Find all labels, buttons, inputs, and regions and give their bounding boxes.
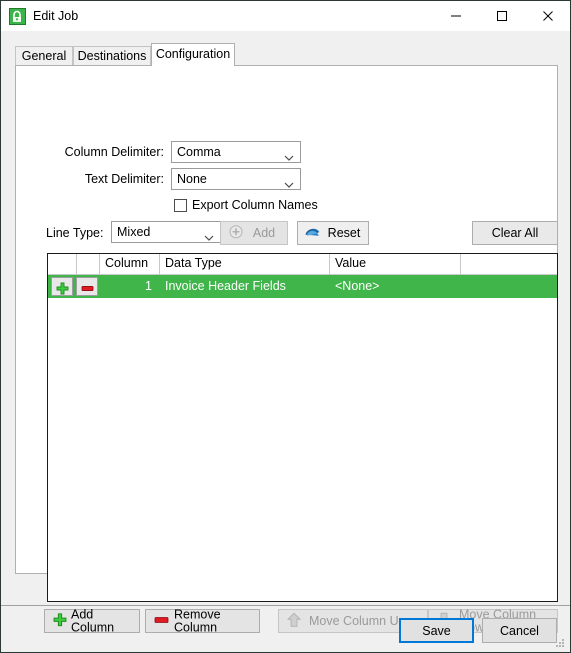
add-button[interactable]: Add — [220, 221, 288, 245]
columns-grid[interactable]: Column Data Type Value 1 Invoice Header … — [47, 253, 558, 602]
green-plus-icon — [53, 613, 67, 630]
line-type-label: Line Type: — [46, 226, 104, 240]
row-add-button[interactable] — [51, 277, 73, 296]
add-button-label: Add — [252, 225, 276, 240]
maximize-icon[interactable] — [479, 1, 525, 31]
grid-header-value[interactable]: Value — [330, 254, 461, 274]
cell-column: 1 — [145, 279, 152, 293]
chevron-down-icon — [204, 228, 214, 241]
clear-all-button[interactable]: Clear All — [472, 221, 558, 245]
chevron-down-icon — [284, 148, 294, 161]
tab-general[interactable]: General — [15, 46, 73, 65]
column-delimiter-value: Comma — [177, 145, 221, 159]
plus-circle-icon — [229, 225, 243, 242]
cancel-button[interactable]: Cancel — [482, 618, 557, 643]
text-delimiter-select[interactable]: None — [171, 168, 301, 190]
add-column-button[interactable]: Add Column — [44, 607, 140, 634]
column-delimiter-select[interactable]: Comma — [171, 141, 301, 163]
grid-header-remove[interactable] — [77, 254, 100, 274]
remove-column-button-label: Remove Column — [174, 607, 221, 634]
cell-data-type: Invoice Header Fields — [165, 279, 286, 293]
red-minus-icon — [81, 285, 93, 291]
cancel-button-label: Cancel — [500, 623, 539, 638]
edit-job-dialog: Edit Job General Destinations Configurat… — [0, 0, 571, 653]
column-delimiter-label: Column Delimiter: — [64, 145, 164, 159]
reset-button[interactable]: Reset — [297, 221, 369, 245]
table-row[interactable]: 1 Invoice Header Fields <None> — [48, 275, 557, 298]
cell-value: <None> — [335, 279, 380, 293]
clear-all-button-label: Clear All — [491, 225, 539, 240]
line-type-value: Mixed — [117, 225, 151, 239]
text-delimiter-value: None — [177, 172, 207, 186]
grid-header-column[interactable]: Column — [100, 254, 160, 274]
footer-separator — [1, 605, 570, 606]
reset-button-label: Reset — [327, 225, 361, 240]
app-window-icon — [9, 8, 26, 25]
red-minus-icon — [154, 613, 169, 630]
save-button[interactable]: Save — [399, 618, 474, 643]
text-delimiter-label: Text Delimiter: — [84, 172, 164, 186]
save-button-label: Save — [422, 623, 451, 638]
tab-configuration[interactable]: Configuration — [151, 43, 235, 66]
line-type-select[interactable]: Mixed — [111, 221, 221, 243]
export-column-names-checkbox[interactable] — [174, 199, 187, 212]
chevron-down-icon — [284, 175, 294, 188]
up-arrow-icon — [286, 612, 302, 630]
green-plus-icon — [56, 282, 68, 294]
close-icon[interactable] — [525, 1, 571, 31]
add-column-button-label: Add Column — [71, 607, 115, 634]
grid-header-row: Column Data Type Value — [48, 254, 557, 275]
resize-grip[interactable] — [554, 637, 566, 649]
grid-header-spacer — [461, 254, 557, 274]
remove-column-button[interactable]: Remove Column — [145, 607, 260, 634]
window-title: Edit Job — [33, 9, 79, 23]
export-column-names-label: Export Column Names — [192, 198, 318, 212]
reset-arrow-icon — [305, 225, 321, 242]
tab-destinations[interactable]: Destinations — [73, 46, 151, 65]
grid-header-data-type[interactable]: Data Type — [160, 254, 330, 274]
title-bar: Edit Job — [1, 1, 570, 31]
configuration-panel: Column Delimiter: Comma Text Delimiter: … — [15, 65, 558, 633]
minimize-icon[interactable] — [433, 1, 479, 31]
grid-header-add[interactable] — [48, 254, 77, 274]
row-remove-button[interactable] — [76, 277, 98, 296]
